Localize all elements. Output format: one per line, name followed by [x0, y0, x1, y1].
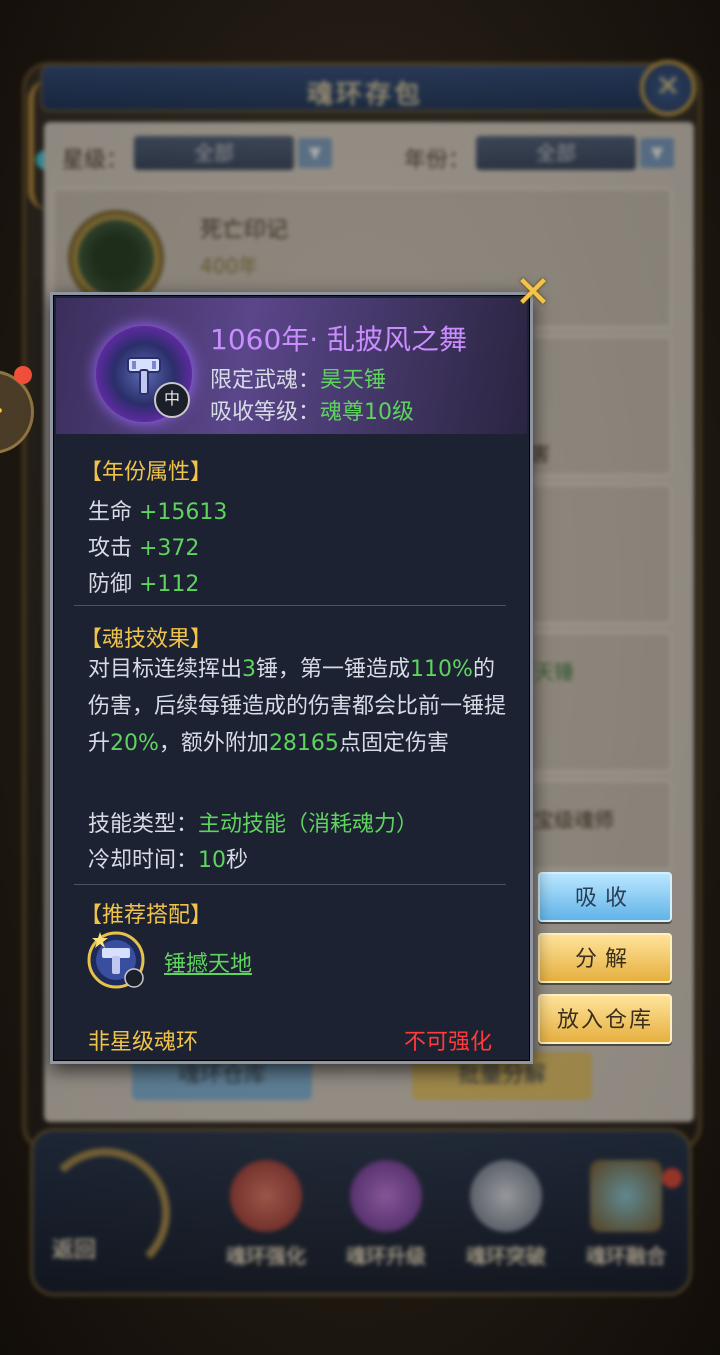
year-filter-select[interactable]: 全部: [476, 136, 636, 170]
desc-number: 20%: [110, 731, 159, 756]
absorb-button[interactable]: 吸收: [538, 872, 672, 922]
stat-attack: 攻击 +372: [88, 530, 199, 562]
ring-card-text: 天锤: [534, 660, 574, 684]
stat-label: 攻击: [88, 536, 139, 561]
skill-type-line: 技能类型：主动技能（消耗魂力）: [88, 806, 418, 838]
tray-label: 魂环融合: [586, 1244, 666, 1268]
window-titlebar: 魂环存包: [40, 64, 690, 112]
cooldown-value: 10: [198, 848, 227, 873]
popup-close-icon[interactable]: ✕: [512, 271, 554, 315]
popup-title: 1060年· 乱披风之舞: [210, 323, 468, 356]
desc-number: 28165: [268, 731, 339, 756]
stat-value: +15613: [139, 500, 228, 525]
desc-text: 锤，第一锤造成: [256, 657, 411, 682]
tray-label: 魂环突破: [466, 1244, 546, 1268]
ring-card-text: 害: [530, 442, 550, 466]
stat-value: +112: [139, 572, 200, 597]
weapon-label: 限定武魂：: [210, 368, 321, 393]
desc-number: 110%: [410, 657, 473, 682]
stat-hp: 生命 +15613: [88, 494, 227, 526]
skill-description: 对目标连续挥出3锤，第一锤造成110%的伤害，后续每锤造成的伤害都会比前一锤提升…: [88, 651, 508, 762]
tray-breakthrough[interactable]: 魂环突破: [456, 1160, 556, 1280]
decompose-button[interactable]: 分解: [538, 933, 672, 983]
stat-value: +372: [139, 536, 200, 561]
year-attributes-heading: 【年份属性】: [80, 460, 213, 485]
ring-star-status: 非星级魂环: [88, 1030, 199, 1055]
desc-text: 对目标连续挥出: [88, 657, 243, 682]
divider: [74, 884, 506, 885]
stat-label: 防御: [88, 572, 139, 597]
cooldown-label: 冷却时间：: [88, 848, 199, 873]
absorb-label: 吸收等级：: [210, 400, 321, 425]
tray-upgrade[interactable]: 魂环升级: [336, 1160, 436, 1280]
recommended-skill-link[interactable]: 锤撼天地: [164, 946, 252, 978]
store-in-warehouse-button[interactable]: 放入仓库: [538, 994, 672, 1044]
screen: { "background": { "window_title": "魂环存包"…: [0, 0, 720, 1355]
skill-type-value: 主动技能（消耗魂力）: [198, 812, 419, 837]
cooldown-unit: 秒: [226, 848, 249, 873]
tray-label: 魂环升级: [346, 1244, 426, 1268]
breakthrough-icon: [470, 1160, 542, 1232]
tray-enhance[interactable]: 魂环强化: [216, 1160, 316, 1280]
ring-year: 400年: [200, 254, 259, 278]
window-close-icon[interactable]: ✕: [640, 60, 696, 116]
skill-type-label: 技能类型：: [88, 812, 199, 837]
divider: [74, 605, 506, 606]
popup-header: 中 1060年· 乱披风之舞 限定武魂：昊天锤 吸收等级：魂尊10级: [56, 298, 527, 434]
cooldown-line: 冷却时间：10秒: [88, 842, 248, 874]
star-filter-label: 星级：: [62, 148, 129, 173]
ring-card-text: 宝级魂师: [534, 808, 614, 832]
recommended-skill-icon[interactable]: [86, 930, 146, 990]
absorb-line: 吸收等级：魂尊10级: [210, 394, 414, 426]
chevron-down-icon[interactable]: ▼: [640, 138, 674, 168]
enhance-status: 不可强化: [404, 1030, 493, 1055]
window-title: 魂环存包: [306, 80, 423, 110]
fusion-icon: [590, 1160, 662, 1232]
chevron-down-icon[interactable]: ▼: [298, 138, 332, 168]
skill-effect-heading: 【魂技效果】: [80, 627, 213, 652]
enhance-icon: [230, 1160, 302, 1232]
back-button[interactable]: 返回: [52, 1232, 96, 1264]
upgrade-icon: [350, 1160, 422, 1232]
year-filter-label: 年份：: [404, 148, 471, 173]
desc-number: 3: [242, 657, 257, 682]
star-filter-select[interactable]: 全部: [134, 136, 294, 170]
tray-label: 魂环强化: [226, 1244, 306, 1268]
weapon-value: 昊天锤: [320, 368, 387, 393]
stat-label: 生命: [88, 500, 139, 525]
notification-dot-icon: [14, 366, 32, 384]
ring-type-badge: 中: [154, 382, 190, 418]
recommend-heading: 【推荐搭配】: [80, 903, 213, 928]
desc-text: 点固定伤害: [338, 731, 449, 756]
desc-text: ，额外附加: [158, 731, 269, 756]
absorb-value: 魂尊10级: [320, 400, 415, 425]
tray-fusion[interactable]: 魂环融合: [576, 1160, 676, 1280]
notification-dot-icon: [662, 1168, 682, 1188]
ring-name: 死亡印记: [200, 218, 289, 243]
stat-defense: 防御 +112: [88, 566, 199, 598]
chevron-right-icon: ›: [0, 395, 4, 425]
weapon-line: 限定武魂：昊天锤: [210, 362, 386, 394]
